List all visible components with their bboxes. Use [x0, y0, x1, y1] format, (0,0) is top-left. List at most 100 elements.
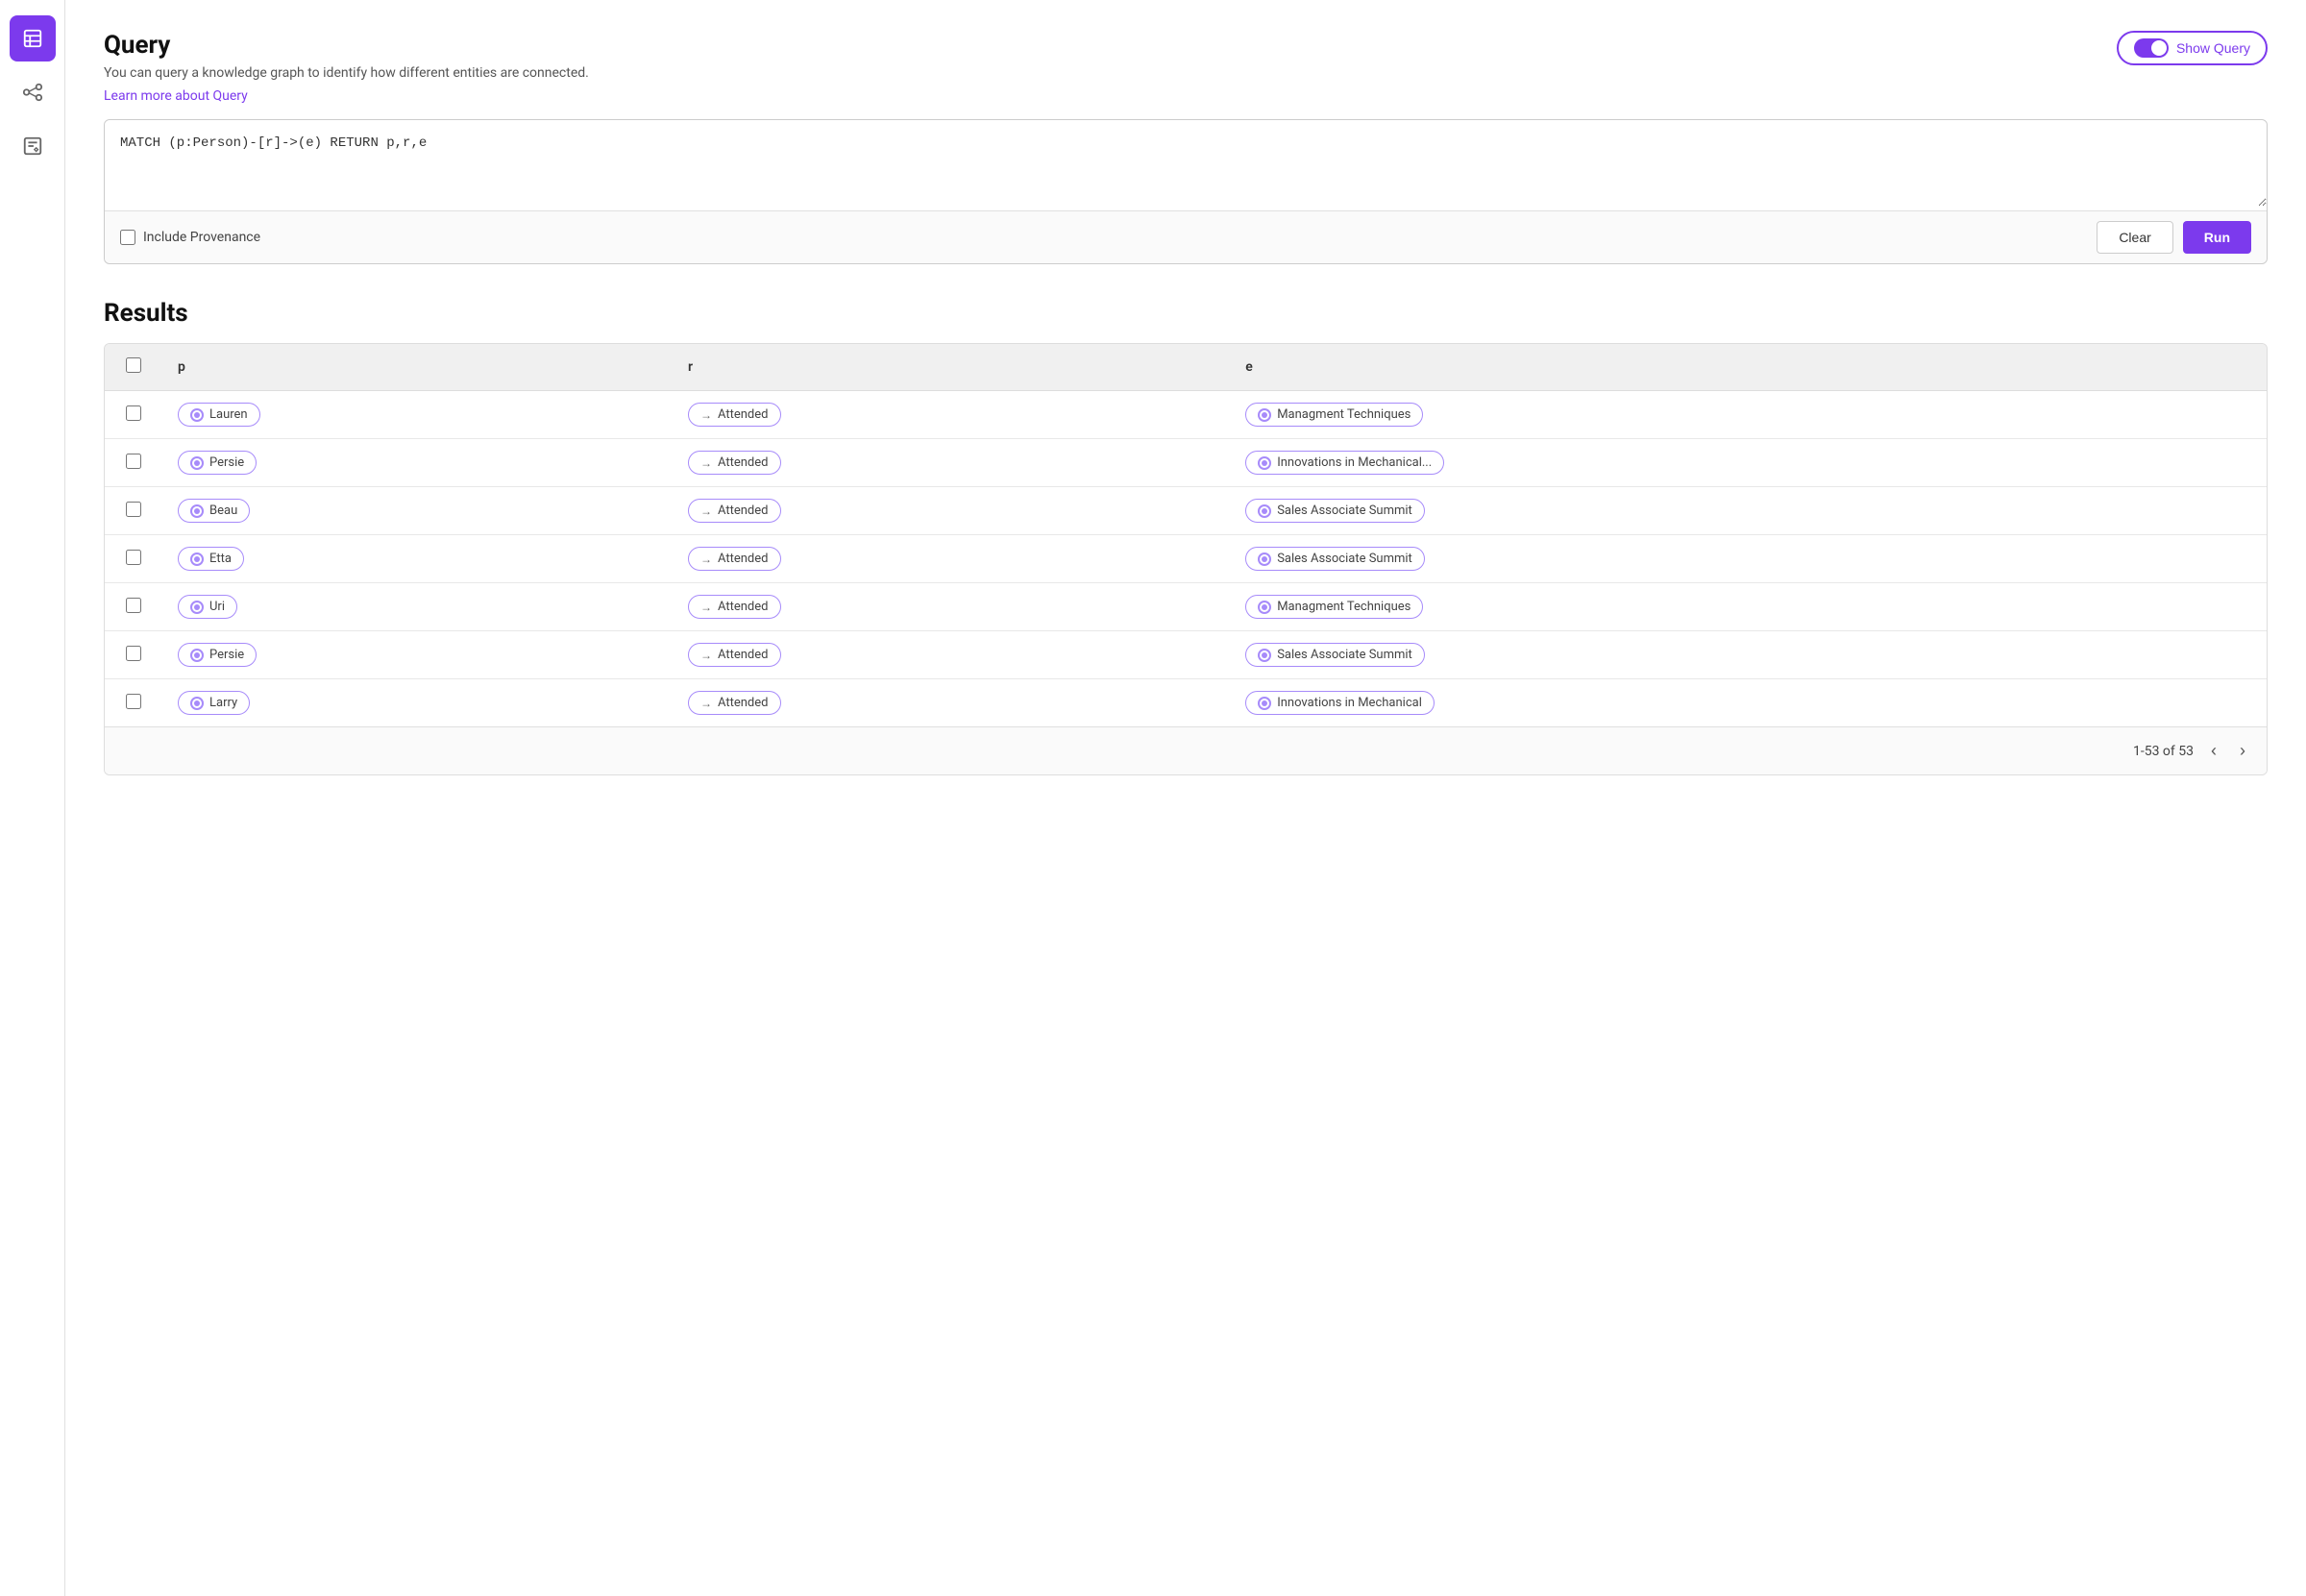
cell-e: Managment Techniques [1230, 583, 2267, 631]
table-header-row: p r e [105, 344, 2267, 391]
pagination-info: 1-53 of 53 [2133, 744, 2194, 759]
main-content: Query You can query a knowledge graph to… [65, 0, 2306, 1596]
sidebar-item-table[interactable] [10, 15, 56, 61]
pill-person: Persie [178, 643, 257, 667]
pill-dot [190, 697, 204, 710]
pagination-prev-button[interactable]: ‹ [2205, 739, 2222, 763]
pill-dot [1258, 408, 1271, 422]
entity-name: Managment Techniques [1277, 600, 1411, 614]
sidebar-item-edit[interactable] [10, 123, 56, 169]
row-check-cell [105, 535, 162, 583]
row-checkbox[interactable] [126, 502, 141, 517]
header-r: r [673, 344, 1230, 391]
cell-e: Sales Associate Summit [1230, 535, 2267, 583]
cell-p: Lauren [162, 391, 673, 439]
pill-dot [1258, 649, 1271, 662]
provenance-text: Include Provenance [143, 230, 260, 245]
table-row: Persie → Attended Sales Associate Summit [105, 631, 2267, 679]
table-row: Uri →Attended Managment Techniques [105, 583, 2267, 631]
pill-dot [1258, 697, 1271, 710]
pill-entity: Managment Techniques [1245, 403, 1423, 427]
select-all-checkbox[interactable] [126, 357, 141, 373]
pill-dot [1258, 456, 1271, 470]
edit-icon [22, 135, 43, 157]
cell-p: Uri [162, 583, 673, 631]
cell-p: Larry [162, 679, 673, 727]
run-button[interactable]: Run [2183, 221, 2251, 254]
arrow-icon: → [700, 504, 712, 518]
learn-more-link[interactable]: Learn more about Query [104, 88, 248, 104]
provenance-label[interactable]: Include Provenance [120, 230, 260, 245]
pill-dot [1258, 601, 1271, 614]
arrow-icon: → [700, 408, 712, 422]
person-name: Lauren [209, 407, 248, 422]
person-name: Etta [209, 552, 232, 566]
cell-p: Persie [162, 631, 673, 679]
pill-relation: → Attended [688, 499, 781, 523]
row-check-cell [105, 391, 162, 439]
person-name: Larry [209, 696, 237, 710]
row-checkbox[interactable] [126, 405, 141, 421]
relation-label: Attended [718, 407, 769, 422]
header-p: p [162, 344, 673, 391]
entity-name: Sales Associate Summit [1277, 552, 1412, 566]
pill-entity: Sales Associate Summit [1245, 499, 1425, 523]
person-name: Beau [209, 503, 237, 518]
toggle-switch-icon [2134, 38, 2169, 58]
cell-r: →Attended [673, 535, 1230, 583]
pill-person: Lauren [178, 403, 260, 427]
query-actions: Clear Run [2097, 221, 2251, 254]
person-name: Persie [209, 455, 244, 470]
pill-dot [190, 504, 204, 518]
clear-button[interactable]: Clear [2097, 221, 2172, 254]
cell-r: → Attended [673, 631, 1230, 679]
cell-e: Managment Techniques [1230, 391, 2267, 439]
pill-entity: Sales Associate Summit [1245, 547, 1425, 571]
pagination-next-button[interactable]: › [2234, 739, 2251, 763]
arrow-icon: → [700, 649, 712, 662]
show-query-label: Show Query [2176, 40, 2250, 56]
entity-name: Sales Associate Summit [1277, 648, 1412, 662]
row-check-cell [105, 583, 162, 631]
cell-p: Persie [162, 439, 673, 487]
provenance-checkbox[interactable] [120, 230, 135, 245]
header-e: e [1230, 344, 2267, 391]
table-row: Larry→AttendedInnovations in Mechanical [105, 679, 2267, 727]
row-check-cell [105, 679, 162, 727]
pill-entity: Innovations in Mechanical... [1245, 451, 1444, 475]
row-check-cell [105, 631, 162, 679]
pill-relation: →Attended [688, 595, 781, 619]
query-textarea[interactable]: MATCH (p:Person)-[r]->(e) RETURN p,r,e [105, 120, 2267, 207]
table-row: Persie →Attended Innovations in Mechanical… [105, 439, 2267, 487]
pill-entity: Innovations in Mechanical [1245, 691, 1435, 715]
relation-label: Attended [718, 648, 769, 662]
graph-icon [22, 82, 43, 103]
row-checkbox[interactable] [126, 694, 141, 709]
pill-relation: →Attended [688, 451, 781, 475]
relation-label: Attended [718, 600, 769, 614]
relation-label: Attended [718, 503, 769, 518]
row-checkbox[interactable] [126, 454, 141, 469]
sidebar-item-graph[interactable] [10, 69, 56, 115]
row-checkbox[interactable] [126, 598, 141, 613]
relation-label: Attended [718, 552, 769, 566]
pill-person: Uri [178, 595, 237, 619]
table-icon [22, 28, 43, 49]
entity-name: Sales Associate Summit [1277, 503, 1412, 518]
show-query-toggle[interactable]: Show Query [2117, 31, 2268, 65]
cell-r: → Attended [673, 391, 1230, 439]
row-checkbox[interactable] [126, 646, 141, 661]
pill-person: Persie [178, 451, 257, 475]
cell-r: → Attended [673, 487, 1230, 535]
pill-dot [190, 456, 204, 470]
row-checkbox[interactable] [126, 550, 141, 565]
sidebar [0, 0, 65, 1596]
pill-relation: → Attended [688, 643, 781, 667]
cell-e: Innovations in Mechanical [1230, 679, 2267, 727]
pill-dot [190, 552, 204, 566]
cell-p: Etta [162, 535, 673, 583]
cell-r: →Attended [673, 439, 1230, 487]
pill-person: Larry [178, 691, 250, 715]
query-header: Query You can query a knowledge graph to… [104, 31, 2268, 104]
entity-name: Innovations in Mechanical [1277, 696, 1422, 710]
